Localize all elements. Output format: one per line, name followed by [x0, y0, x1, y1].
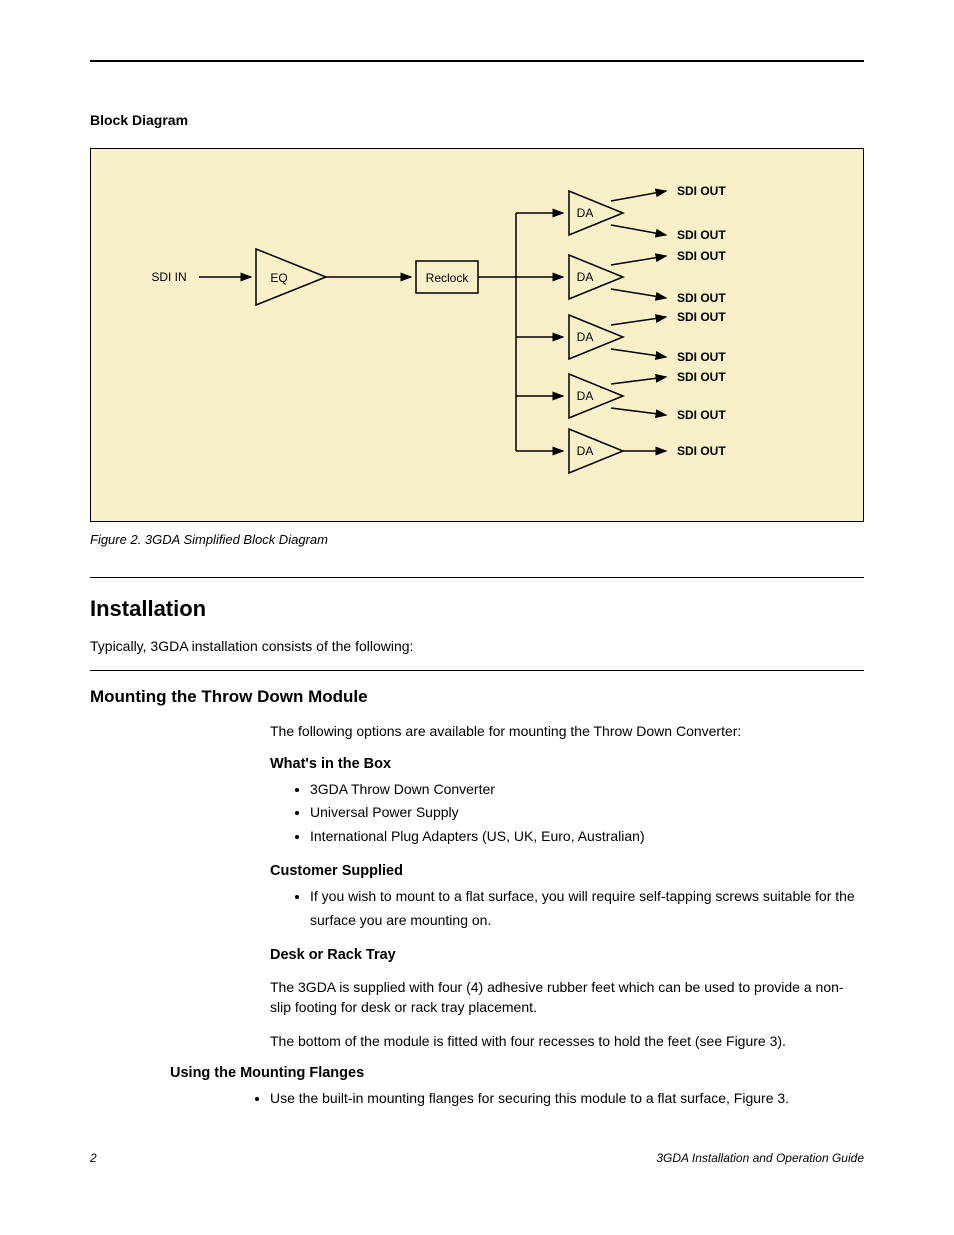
- desk-para1: The 3GDA is supplied with four (4) adhes…: [270, 977, 864, 1018]
- installation-heading: Installation: [90, 596, 864, 622]
- svg-text:SDI OUT: SDI OUT: [677, 249, 726, 263]
- customer-items-list: If you wish to mount to a flat surface, …: [270, 885, 864, 933]
- installation-intro: Typically, 3GDA installation consists of…: [90, 636, 710, 656]
- svg-text:DA: DA: [577, 206, 594, 220]
- flange-items-list: Use the built-in mounting flanges for se…: [230, 1087, 864, 1111]
- list-item: 3GDA Throw Down Converter: [310, 778, 864, 802]
- svg-text:SDI OUT: SDI OUT: [677, 184, 726, 198]
- svg-text:SDI OUT: SDI OUT: [677, 350, 726, 364]
- mounting-heading: Mounting the Throw Down Module: [90, 687, 864, 707]
- list-item: If you wish to mount to a flat surface, …: [310, 885, 864, 933]
- mounting-flanges-heading: Using the Mounting Flanges: [170, 1065, 864, 1081]
- list-item: Universal Power Supply: [310, 801, 864, 825]
- list-item: International Plug Adapters (US, UK, Eur…: [310, 825, 864, 849]
- desk-para2: The bottom of the module is fitted with …: [270, 1031, 864, 1051]
- svg-text:SDI OUT: SDI OUT: [677, 291, 726, 305]
- block-diagram: SDI IN EQ Reclock DA: [90, 148, 864, 522]
- page-number: 2: [90, 1151, 97, 1165]
- svg-text:SDI OUT: SDI OUT: [677, 444, 726, 458]
- sdi-in-label: SDI IN: [151, 270, 186, 284]
- section-title: Block Diagram: [90, 112, 864, 128]
- svg-text:DA: DA: [577, 389, 594, 403]
- eq-label: EQ: [270, 271, 287, 285]
- mount-para: The following options are available for …: [270, 721, 864, 741]
- svg-text:DA: DA: [577, 330, 594, 344]
- figure-caption: Figure 2. 3GDA Simplified Block Diagram: [90, 532, 864, 547]
- box-items-list: 3GDA Throw Down Converter Universal Powe…: [270, 778, 864, 849]
- svg-text:SDI OUT: SDI OUT: [677, 228, 726, 242]
- reclock-label: Reclock: [426, 271, 470, 285]
- svg-text:SDI OUT: SDI OUT: [677, 370, 726, 384]
- footer-title: 3GDA Installation and Operation Guide: [656, 1151, 864, 1165]
- svg-text:DA: DA: [577, 444, 594, 458]
- whats-in-box-heading: What's in the Box: [270, 756, 864, 772]
- customer-supplied-heading: Customer Supplied: [270, 863, 864, 879]
- list-item: Use the built-in mounting flanges for se…: [270, 1087, 864, 1111]
- desk-tray-heading: Desk or Rack Tray: [270, 947, 864, 963]
- svg-text:SDI OUT: SDI OUT: [677, 408, 726, 422]
- svg-text:SDI OUT: SDI OUT: [677, 310, 726, 324]
- svg-text:DA: DA: [577, 270, 594, 284]
